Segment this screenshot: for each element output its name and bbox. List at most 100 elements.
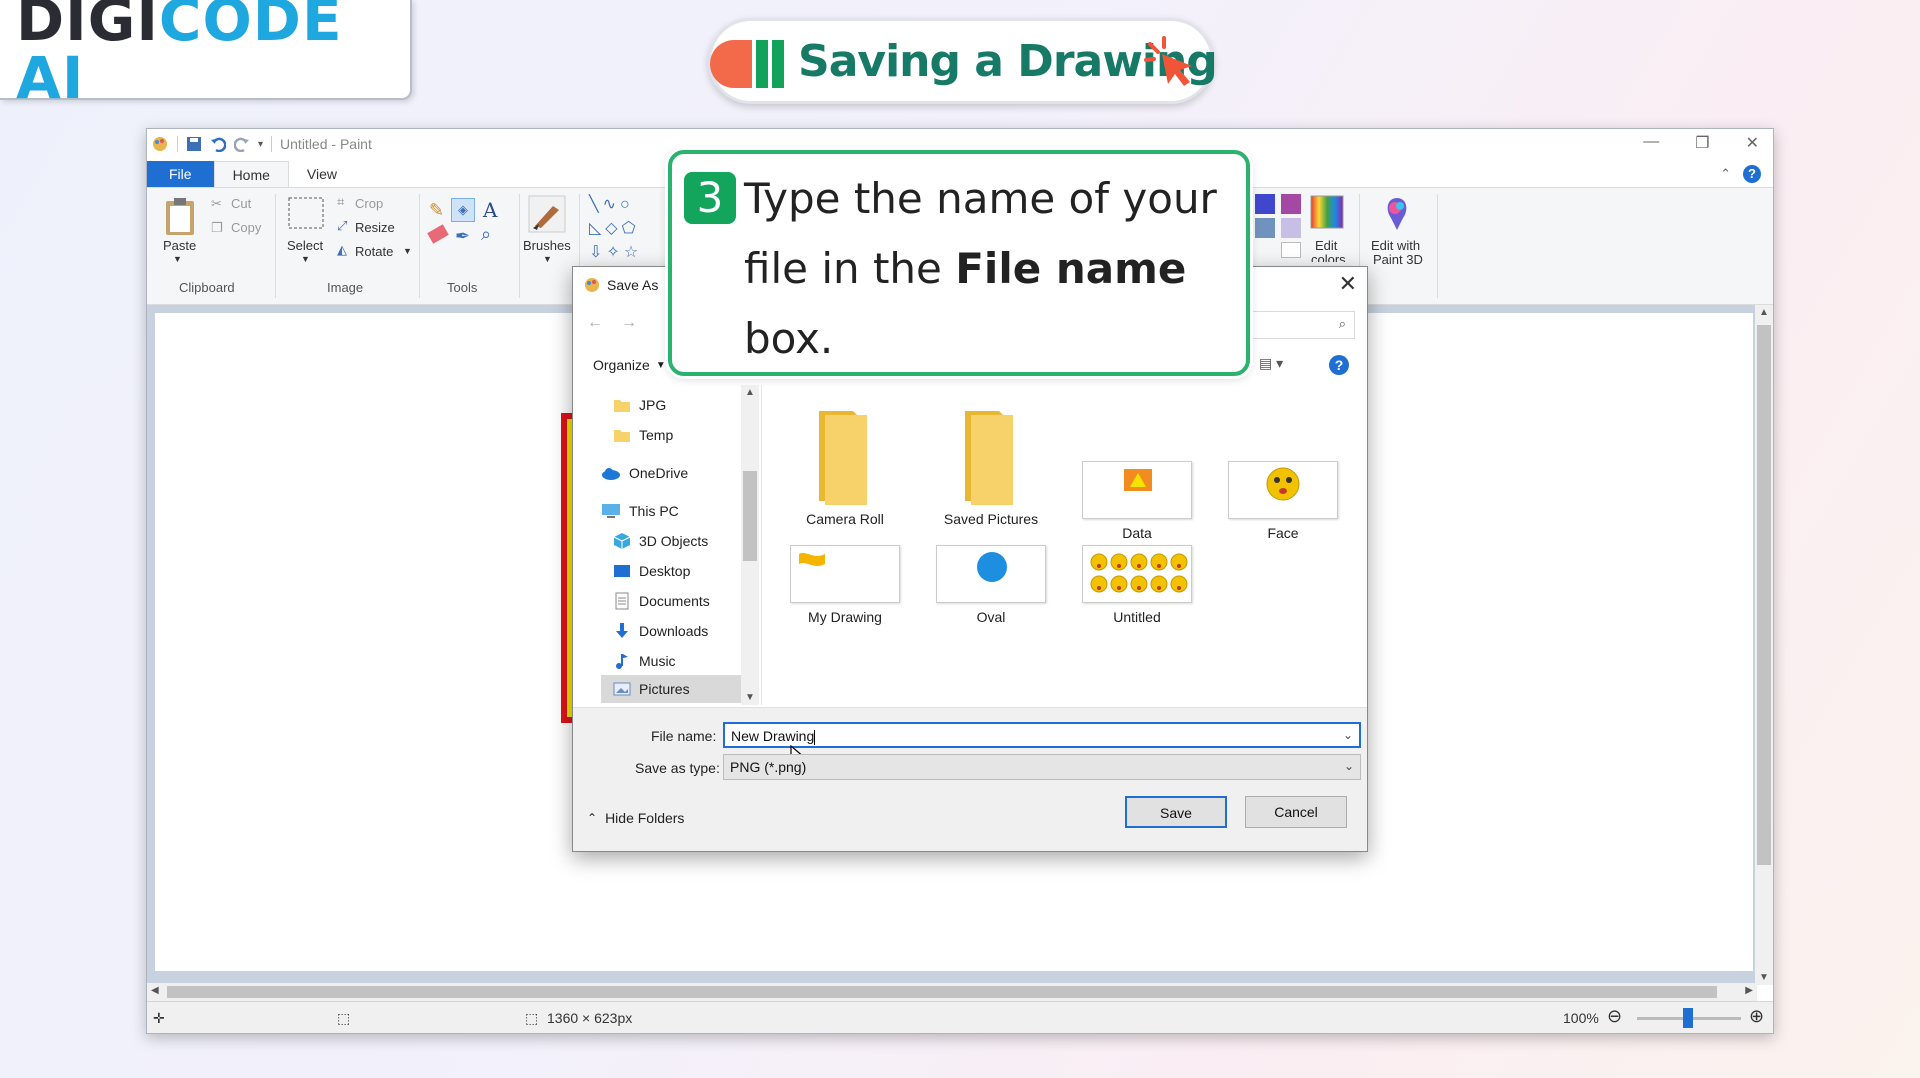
color-swatch-white[interactable] xyxy=(1281,242,1301,258)
resize-button[interactable]: Resize xyxy=(355,220,395,235)
save-as-type-dropdown-icon[interactable]: ⌄ xyxy=(1344,759,1354,773)
folder-camera-roll[interactable]: Camera Roll xyxy=(780,405,910,527)
edit-colors-label-2[interactable]: colors xyxy=(1311,252,1346,262)
magnifier-icon[interactable]: ⌕ xyxy=(481,224,491,245)
scroll-left-icon[interactable]: ◀ xyxy=(151,985,159,996)
paste-button[interactable]: Paste xyxy=(163,238,196,253)
file-my-drawing[interactable]: My Drawing xyxy=(780,545,910,625)
brushes-button[interactable]: Brushes xyxy=(523,238,571,253)
forward-arrow-icon[interactable]: → xyxy=(621,314,637,332)
folder-saved-pictures[interactable]: Saved Pictures xyxy=(926,405,1056,527)
paint3d-icon[interactable] xyxy=(1379,194,1415,234)
tab-file[interactable]: File xyxy=(147,161,214,187)
nav-scrollbar[interactable]: ▲ ▼ xyxy=(741,385,759,705)
image-thumbnail xyxy=(936,545,1046,603)
paste-dropdown-icon[interactable]: ▼ xyxy=(173,254,182,264)
tab-view[interactable]: View xyxy=(289,161,355,187)
organize-dropdown-icon[interactable]: ▼ xyxy=(656,360,666,371)
nav-scroll-down-icon[interactable]: ▼ xyxy=(745,692,755,703)
select-button[interactable]: Select xyxy=(287,238,323,253)
save-icon[interactable] xyxy=(186,136,202,152)
file-face[interactable]: Face xyxy=(1218,461,1348,541)
nav-scroll-up-icon[interactable]: ▲ xyxy=(745,387,755,398)
file-name-input[interactable]: New Drawing ⌄ xyxy=(723,722,1361,748)
color-picker-icon[interactable]: ✒ xyxy=(455,226,470,247)
restore-icon[interactable]: ❐ xyxy=(1695,133,1709,153)
file-name-dropdown-icon[interactable]: ⌄ xyxy=(1343,728,1353,742)
horizontal-scrollbar[interactable]: ◀ ▶ xyxy=(147,983,1757,1001)
color-swatch-lavender[interactable] xyxy=(1281,218,1301,238)
brushes-icon[interactable] xyxy=(527,194,567,234)
nav-item-desktop[interactable]: Desktop xyxy=(613,557,690,585)
brushes-dropdown-icon[interactable]: ▼ xyxy=(543,254,552,264)
shapes-gallery[interactable]: ╲∿○ xyxy=(589,194,634,214)
file-untitled[interactable]: Untitled xyxy=(1072,545,1202,625)
nav-label: Pictures xyxy=(639,681,690,697)
nav-item-3d-objects[interactable]: 3D Objects xyxy=(613,527,708,555)
image-thumbnail xyxy=(1082,461,1192,519)
edit-colors-icon[interactable] xyxy=(1309,194,1345,230)
color-swatch-indigo[interactable] xyxy=(1255,194,1275,214)
vertical-scroll-thumb[interactable] xyxy=(1757,325,1771,865)
help-icon[interactable]: ? xyxy=(1743,165,1761,183)
collapse-ribbon-icon[interactable]: ⌃ xyxy=(1720,166,1731,182)
edit-with-paint3d-label[interactable]: Edit with xyxy=(1371,238,1420,253)
eraser-icon[interactable] xyxy=(427,224,449,244)
organize-button[interactable]: Organize xyxy=(593,357,650,373)
qat-dropdown-icon[interactable]: ▾ xyxy=(258,139,263,150)
close-icon[interactable]: ✕ xyxy=(1746,133,1759,153)
fill-icon[interactable]: ◈ xyxy=(451,198,475,222)
zoom-in-icon[interactable]: ⊕ xyxy=(1749,1006,1764,1027)
nav-item-documents[interactable]: Documents xyxy=(613,587,710,615)
zoom-out-icon[interactable]: ⊖ xyxy=(1607,1006,1622,1027)
nav-item-jpg[interactable]: JPG xyxy=(613,391,666,419)
paste-icon[interactable] xyxy=(163,196,197,236)
dialog-close-icon[interactable]: ✕ xyxy=(1339,271,1357,297)
cancel-button[interactable]: Cancel xyxy=(1245,796,1347,828)
copy-button[interactable]: Copy xyxy=(231,220,261,235)
vertical-scrollbar[interactable]: ▲ ▼ xyxy=(1755,305,1773,985)
cut-button[interactable]: Cut xyxy=(231,196,251,211)
undo-icon[interactable] xyxy=(210,136,226,152)
zoom-slider-thumb[interactable] xyxy=(1683,1008,1693,1028)
minimize-icon[interactable]: — xyxy=(1643,133,1659,153)
hide-folders-label: Hide Folders xyxy=(605,810,685,826)
pencil-icon[interactable]: ✎ xyxy=(429,200,444,221)
horizontal-scroll-thumb[interactable] xyxy=(167,986,1717,998)
dialog-help-icon[interactable]: ? xyxy=(1329,355,1349,375)
file-oval[interactable]: Oval xyxy=(926,545,1056,625)
select-dropdown-icon[interactable]: ▼ xyxy=(301,254,310,264)
edit-with-paint3d-label-2[interactable]: Paint 3D xyxy=(1373,252,1423,267)
nav-item-downloads[interactable]: Downloads xyxy=(613,617,708,645)
redo-icon[interactable] xyxy=(234,136,250,152)
nav-item-pictures[interactable]: Pictures xyxy=(601,675,741,703)
scroll-down-icon[interactable]: ▼ xyxy=(1759,972,1769,983)
nav-item-onedrive[interactable]: OneDrive xyxy=(601,459,688,487)
view-options-icon[interactable]: ▤ ▾ xyxy=(1259,355,1283,372)
nav-item-temp[interactable]: Temp xyxy=(613,421,673,449)
save-button[interactable]: Save xyxy=(1125,796,1227,828)
hide-folders-button[interactable]: ⌃ Hide Folders xyxy=(587,810,684,826)
color-swatch-purple[interactable] xyxy=(1281,194,1301,214)
shapes-gallery-row2[interactable]: ◺◇⬠ xyxy=(589,218,640,238)
crop-button[interactable]: Crop xyxy=(355,196,383,211)
rotate-button[interactable]: Rotate xyxy=(355,244,393,259)
save-as-type-select[interactable]: PNG (*.png) ⌄ xyxy=(723,754,1361,780)
scroll-right-icon[interactable]: ▶ xyxy=(1745,985,1753,996)
image-thumbnail xyxy=(1082,545,1192,603)
nav-item-music[interactable]: Music xyxy=(613,647,676,675)
scroll-up-icon[interactable]: ▲ xyxy=(1759,307,1769,318)
select-icon[interactable] xyxy=(287,196,325,230)
nav-item-this-pc[interactable]: This PC xyxy=(601,497,679,525)
color-swatch-slate[interactable] xyxy=(1255,218,1275,238)
nav-scroll-thumb[interactable] xyxy=(743,471,757,561)
edit-colors-label[interactable]: Edit xyxy=(1315,238,1337,253)
back-arrow-icon[interactable]: ← xyxy=(587,314,603,332)
folder-icon xyxy=(614,430,630,442)
shapes-gallery-row3[interactable]: ⇩✧☆ xyxy=(589,242,642,262)
tab-home[interactable]: Home xyxy=(213,161,289,187)
rotate-dropdown-icon[interactable]: ▼ xyxy=(403,246,412,256)
title-orange-bar xyxy=(710,40,752,88)
text-tool-icon[interactable]: A xyxy=(483,198,497,222)
file-data[interactable]: Data xyxy=(1072,461,1202,541)
